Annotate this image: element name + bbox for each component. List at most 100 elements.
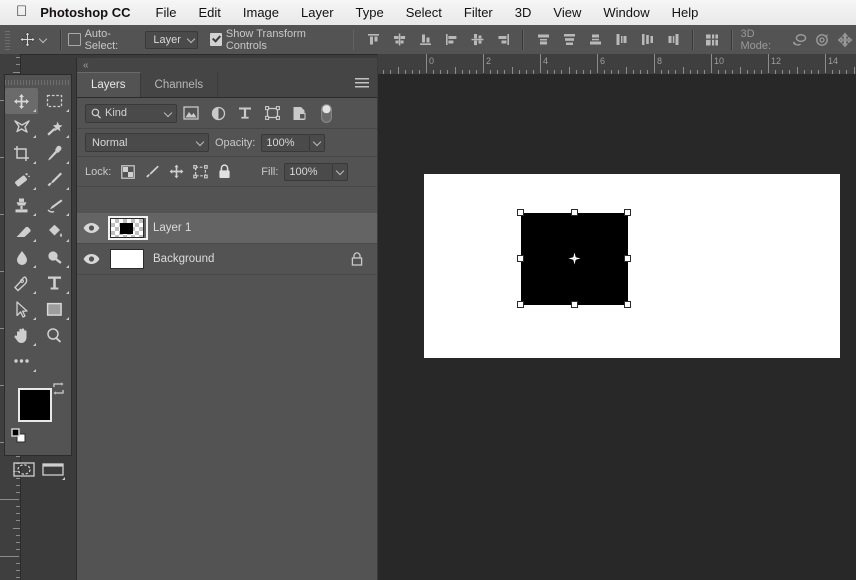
apple-logo-icon[interactable]: : [0, 4, 40, 19]
menu-item-3d[interactable]: 3D: [504, 5, 543, 20]
table-row[interactable]: Layer 1: [77, 213, 377, 244]
tab-layers[interactable]: Layers: [77, 72, 141, 97]
eye-visibility-icon[interactable]: [77, 213, 105, 243]
auto-select-checkbox[interactable]: [68, 33, 81, 46]
align-bottom-edges-button[interactable]: [412, 28, 438, 52]
lock-position-button[interactable]: [165, 161, 187, 183]
screen-mode-button[interactable]: [38, 456, 67, 482]
roll-3d-icon[interactable]: [811, 29, 833, 51]
lock-all-button[interactable]: [213, 161, 235, 183]
transform-reference-point-icon[interactable]: [568, 252, 581, 265]
align-right-edges-button[interactable]: [490, 28, 516, 52]
distribute-right-edges-button[interactable]: [660, 28, 686, 52]
menu-item-select[interactable]: Select: [395, 5, 453, 20]
auto-select-dropdown[interactable]: Layer: [145, 30, 199, 49]
tab-channels[interactable]: Channels: [141, 72, 219, 97]
filter-pixel-layers-button[interactable]: [178, 102, 204, 124]
lock-icon[interactable]: [351, 252, 363, 271]
spot-healing-brush-tool-button[interactable]: [5, 166, 38, 192]
default-colors-icon[interactable]: [11, 428, 26, 448]
lock-artboard-nesting-button[interactable]: [189, 161, 211, 183]
eyedropper-tool-button[interactable]: [38, 140, 71, 166]
table-row[interactable]: Background: [77, 244, 377, 275]
filter-type-layers-button[interactable]: [232, 102, 258, 124]
history-brush-tool-button[interactable]: [38, 192, 71, 218]
show-transform-checkbox[interactable]: [209, 33, 222, 46]
transform-handle-middle-right[interactable]: [624, 255, 631, 262]
distribute-vertical-centers-button[interactable]: [556, 28, 582, 52]
move-tool-button[interactable]: [5, 88, 38, 114]
edit-toolbar-button[interactable]: [5, 348, 38, 374]
auto-align-layers-button[interactable]: [700, 28, 724, 52]
magic-wand-tool-button[interactable]: [38, 114, 71, 140]
lasso-tool-button[interactable]: [5, 114, 38, 140]
opacity-stepper[interactable]: [310, 133, 326, 152]
transform-handle-bottom-center[interactable]: [571, 301, 578, 308]
layer-thumbnail[interactable]: [105, 213, 149, 243]
clone-stamp-tool-button[interactable]: [5, 192, 38, 218]
paint-bucket-tool-button[interactable]: [38, 218, 71, 244]
menu-app-name[interactable]: Photoshop CC: [40, 5, 144, 20]
opacity-input[interactable]: 100%: [261, 133, 311, 152]
lock-image-pixels-button[interactable]: [141, 161, 163, 183]
tool-preset-picker[interactable]: [11, 31, 54, 48]
filter-toggle-switch[interactable]: [313, 102, 339, 124]
menu-item-layer[interactable]: Layer: [290, 5, 345, 20]
transform-handle-bottom-right[interactable]: [624, 301, 631, 308]
transform-handle-top-center[interactable]: [571, 209, 578, 216]
menu-item-edit[interactable]: Edit: [187, 5, 231, 20]
brush-tool-button[interactable]: [38, 166, 71, 192]
filter-smart-object-layers-button[interactable]: [286, 102, 312, 124]
pen-tool-button[interactable]: [5, 270, 38, 296]
list-item[interactable]: Background: [149, 253, 214, 265]
options-bar-grip-icon[interactable]: [3, 27, 12, 52]
fill-input[interactable]: 100%: [284, 162, 334, 181]
zoom-tool-button[interactable]: [38, 322, 71, 348]
document-canvas[interactable]: [424, 174, 840, 358]
align-left-edges-button[interactable]: [438, 28, 464, 52]
align-vertical-centers-button[interactable]: [386, 28, 412, 52]
menu-item-file[interactable]: File: [145, 5, 188, 20]
align-horizontal-centers-button[interactable]: [464, 28, 490, 52]
menu-item-window[interactable]: Window: [592, 5, 660, 20]
menu-item-filter[interactable]: Filter: [453, 5, 504, 20]
type-tool-button[interactable]: [38, 270, 71, 296]
rectangular-marquee-tool-button[interactable]: [38, 88, 71, 114]
tools-panel-grip-icon[interactable]: [5, 77, 71, 87]
transform-handle-bottom-left[interactable]: [517, 301, 524, 308]
path-selection-tool-button[interactable]: [5, 296, 38, 322]
distribute-left-edges-button[interactable]: [608, 28, 634, 52]
eye-visibility-icon[interactable]: [77, 244, 105, 274]
align-top-edges-button[interactable]: [360, 28, 386, 52]
transform-handle-middle-left[interactable]: [517, 255, 524, 262]
rectangle-shape-tool-button[interactable]: [38, 296, 71, 322]
crop-tool-button[interactable]: [5, 140, 38, 166]
blend-mode-dropdown[interactable]: Normal: [85, 133, 209, 152]
eraser-tool-button[interactable]: [5, 218, 38, 244]
panel-menu-icon[interactable]: [355, 78, 369, 90]
list-item[interactable]: Layer 1: [149, 222, 191, 234]
quick-mask-button[interactable]: [9, 456, 38, 482]
dodge-tool-button[interactable]: [38, 244, 71, 270]
lock-transparent-pixels-button[interactable]: [117, 161, 139, 183]
filter-shape-layers-button[interactable]: [259, 102, 285, 124]
transform-handle-top-right[interactable]: [624, 209, 631, 216]
pan-3d-icon[interactable]: [834, 29, 856, 51]
transform-handle-top-left[interactable]: [517, 209, 524, 216]
menu-item-type[interactable]: Type: [345, 5, 395, 20]
hand-tool-button[interactable]: [5, 322, 38, 348]
menu-item-help[interactable]: Help: [661, 5, 710, 20]
distribute-bottom-edges-button[interactable]: [582, 28, 608, 52]
menu-item-image[interactable]: Image: [232, 5, 290, 20]
orbit-3d-icon[interactable]: [789, 29, 811, 51]
swap-colors-icon[interactable]: [52, 382, 65, 400]
blur-tool-button[interactable]: [5, 244, 38, 270]
distribute-top-edges-button[interactable]: [530, 28, 556, 52]
fill-stepper[interactable]: [333, 162, 349, 181]
menu-item-view[interactable]: View: [542, 5, 592, 20]
panel-collapse-bar[interactable]: «: [77, 58, 377, 72]
foreground-color-swatch[interactable]: [18, 388, 52, 422]
filter-kind-dropdown[interactable]: Kind: [85, 103, 177, 123]
filter-adjustment-layers-button[interactable]: [205, 102, 231, 124]
distribute-horizontal-centers-button[interactable]: [634, 28, 660, 52]
